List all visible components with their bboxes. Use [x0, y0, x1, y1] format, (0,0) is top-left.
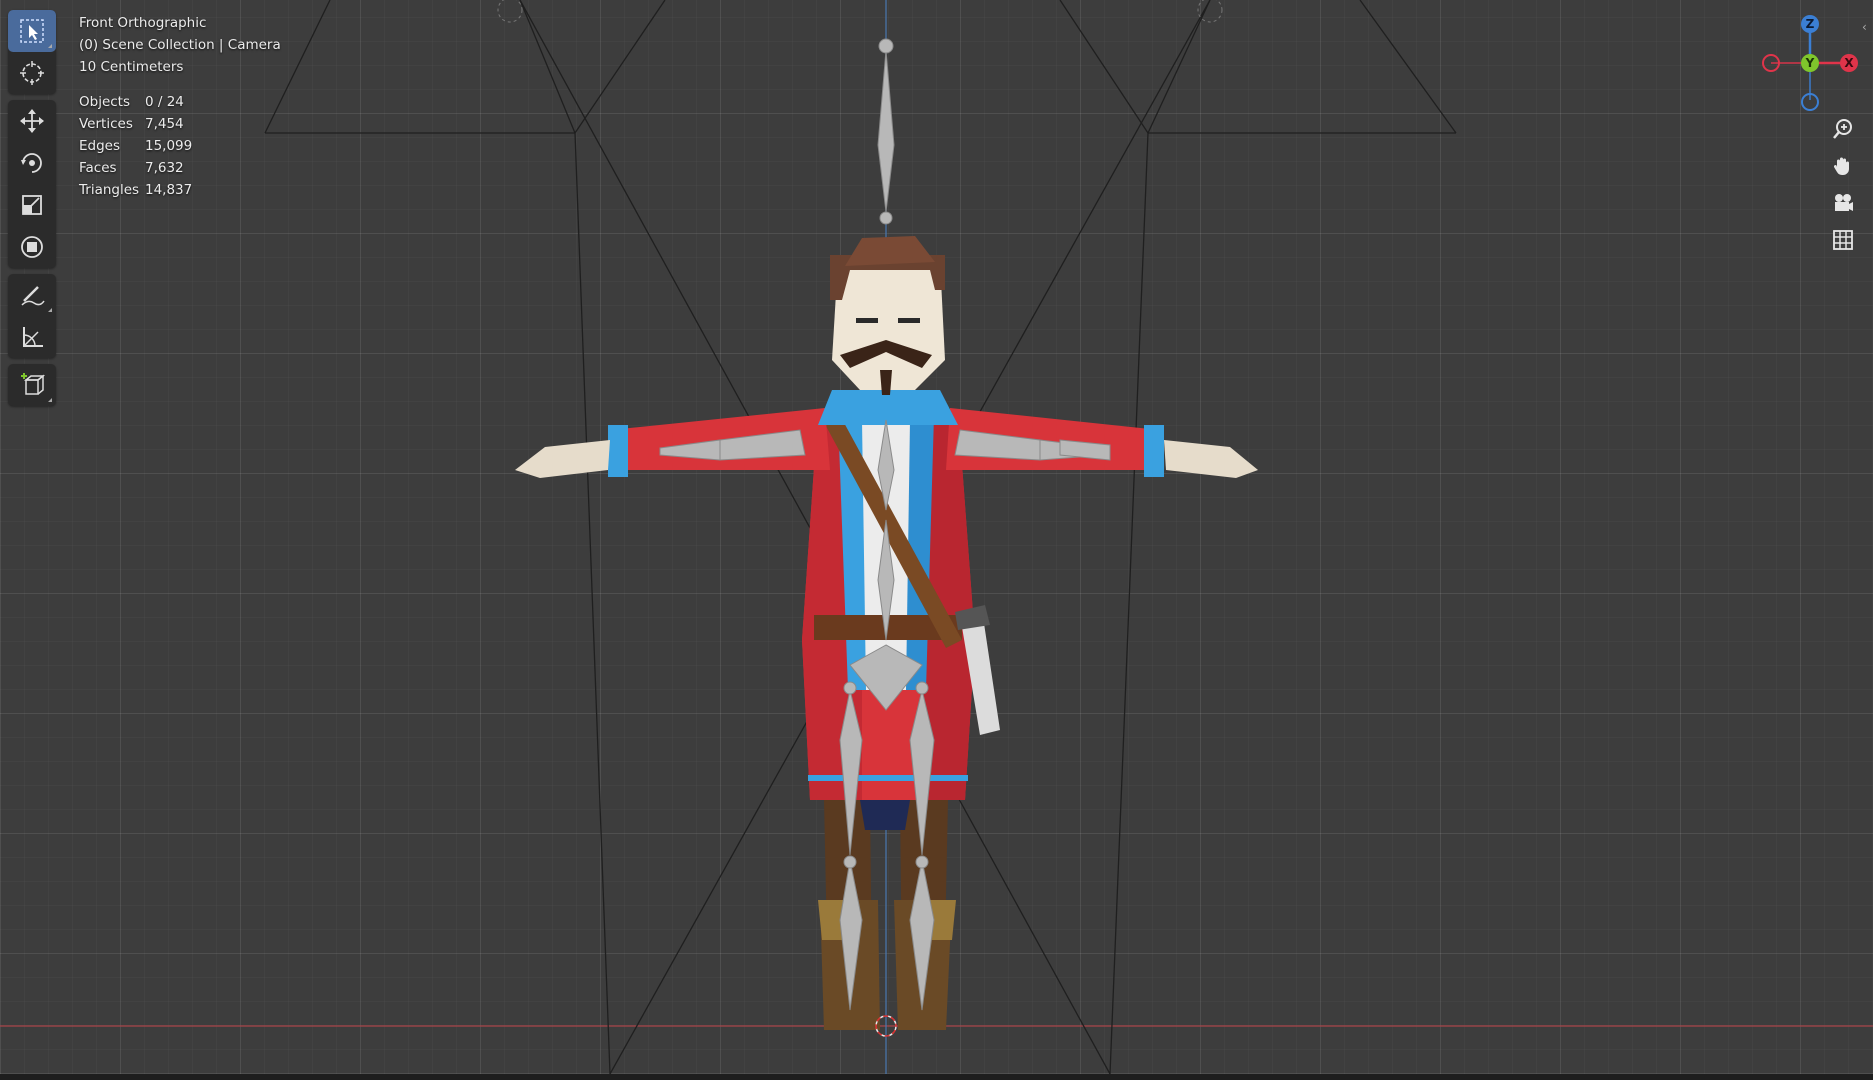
collection-info: (0) Scene Collection | Camera	[79, 37, 281, 53]
rotate-tool[interactable]	[8, 142, 56, 184]
stat-row: Edges 15,099	[79, 135, 281, 157]
select-box-tool[interactable]	[8, 10, 56, 52]
stat-value: 0 / 24	[145, 94, 184, 110]
stat-row: Objects 0 / 24	[79, 91, 281, 113]
grid-toggle-icon	[1833, 230, 1853, 250]
tool-shelf	[8, 10, 56, 412]
add-cube-icon	[21, 373, 46, 395]
scene-statistics: Objects 0 / 24 Vertices 7,454 Edges 15,0…	[79, 91, 281, 201]
z-axis-label: Z	[1806, 17, 1815, 31]
tool-group-select	[8, 10, 56, 94]
y-axis-label: Y	[1805, 56, 1815, 70]
camera-view-icon	[1835, 194, 1853, 211]
scale-icon	[22, 195, 42, 215]
stat-label: Objects	[79, 94, 131, 110]
view-name: Front Orthographic	[79, 15, 207, 31]
stat-label: Triangles	[79, 182, 140, 198]
tool-group-add	[8, 364, 56, 406]
measure-icon	[23, 327, 43, 347]
cursor-icon	[20, 61, 44, 85]
stat-value: 15,099	[145, 138, 193, 154]
move-tool[interactable]	[8, 100, 56, 142]
move-icon	[20, 109, 44, 133]
stat-row: Triangles 14,837	[79, 179, 281, 201]
stat-label: Vertices	[79, 116, 133, 132]
scale-tool[interactable]	[8, 184, 56, 226]
stat-value: 7,454	[145, 116, 184, 132]
camera-view-button[interactable]	[1826, 186, 1860, 220]
select-box-icon	[20, 19, 44, 43]
stat-row: Vertices 7,454	[79, 113, 281, 135]
x-axis-label: X	[1844, 56, 1854, 70]
annotate-icon	[21, 286, 45, 306]
pan-button[interactable]	[1826, 149, 1860, 183]
tool-group-annotate	[8, 274, 56, 358]
measure-tool[interactable]	[8, 316, 56, 358]
transform-tool[interactable]	[8, 226, 56, 268]
zoom-icon	[1833, 119, 1852, 139]
bottom-border	[0, 1074, 1873, 1080]
cursor-tool[interactable]	[8, 52, 56, 94]
stat-label: Edges	[79, 138, 121, 154]
pan-hand-icon	[1833, 157, 1849, 175]
stat-value: 7,632	[145, 160, 184, 176]
zoom-button[interactable]	[1826, 112, 1860, 146]
viewport-overlay-info: Front Orthographic (0) Scene Collection …	[79, 12, 281, 201]
navigation-gizmo[interactable]: Z X Y	[1733, 0, 1873, 120]
stat-label: Faces	[79, 160, 117, 176]
unit-scale: 10 Centimeters	[79, 59, 184, 75]
viewport-nav-buttons	[1826, 112, 1862, 260]
transform-icon	[21, 236, 43, 258]
rotate-icon	[21, 153, 42, 173]
tool-group-transform	[8, 100, 56, 268]
stat-value: 14,837	[145, 182, 193, 198]
grid-toggle-button[interactable]	[1826, 223, 1860, 257]
collapse-arrow-icon[interactable]: ‹	[1862, 20, 1867, 34]
scene-canvas	[0, 0, 1873, 1074]
3d-viewport[interactable]: Front Orthographic (0) Scene Collection …	[0, 0, 1873, 1074]
add-cube-tool[interactable]	[8, 364, 56, 406]
annotate-tool[interactable]	[8, 274, 56, 316]
stat-row: Faces 7,632	[79, 157, 281, 179]
